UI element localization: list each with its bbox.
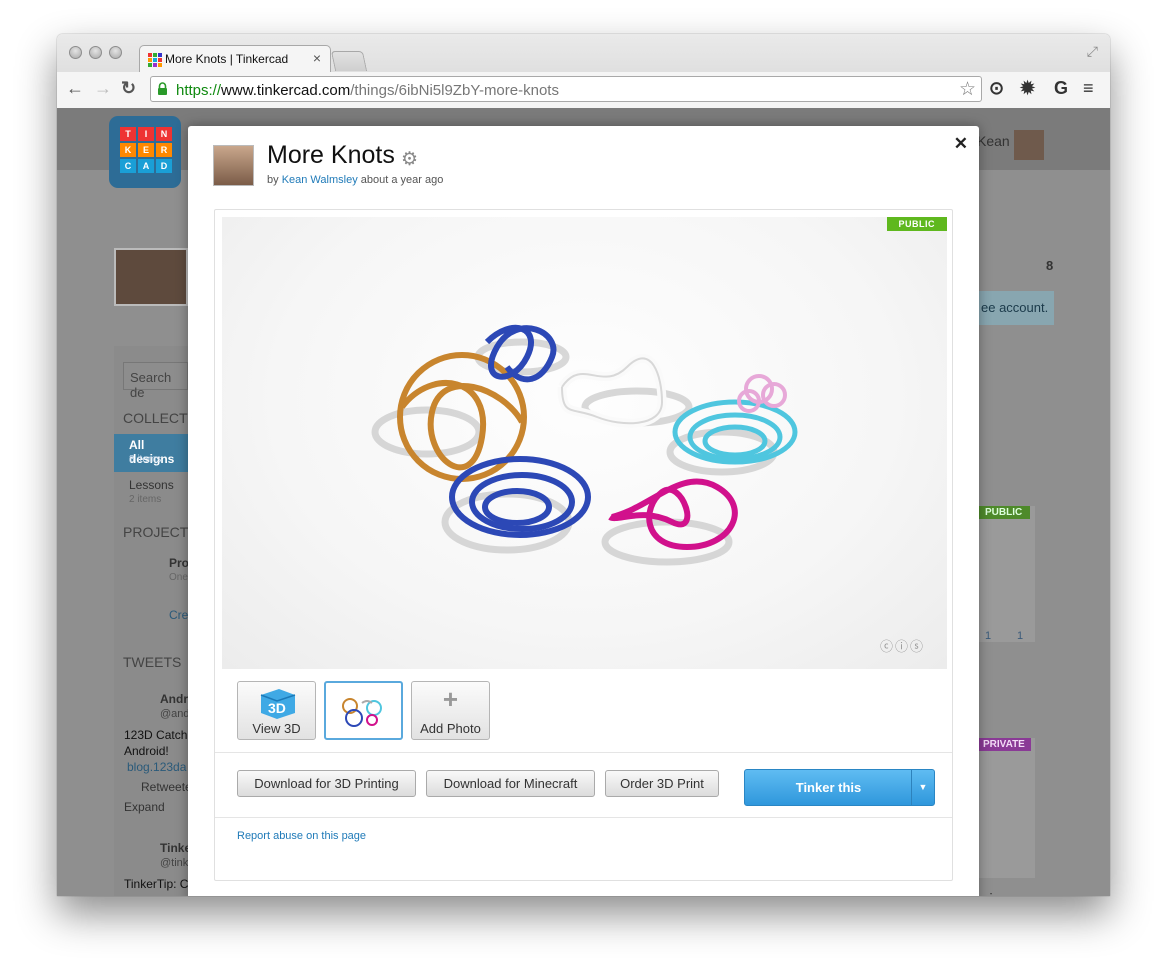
design-settings-gear-icon[interactable]: ⚙: [401, 148, 418, 171]
back-arrow-icon[interactable]: ←: [66, 78, 84, 99]
bg-project-sub: One: [169, 572, 188, 583]
bg-tweet1-handle: @and: [160, 708, 190, 720]
page-content: TIN KER CAD Kean 8 ee account. Search de…: [57, 108, 1110, 896]
bg-profile-photo: [114, 248, 188, 306]
bg-tweet1-name: Andr: [160, 692, 188, 706]
bg-search-input[interactable]: Search de: [123, 362, 188, 400]
plus-icon: +: [442, 684, 459, 714]
byline-time: about a year ago: [360, 174, 444, 186]
design-title: More Knots: [267, 141, 395, 169]
view-3d-thumbnail[interactable]: 3D View 3D: [237, 681, 316, 740]
download-3d-printing-button[interactable]: Download for 3D Printing: [237, 770, 416, 797]
bg-free-account-banner[interactable]: ee account.: [977, 291, 1054, 325]
minimize-window-button[interactable]: [89, 46, 102, 59]
byline: by Kean Walmsley about a year ago: [267, 174, 443, 186]
close-tab-icon[interactable]: ×: [313, 50, 321, 66]
knots-photo-thumbnail[interactable]: [324, 681, 403, 740]
bg-tweet1-text2: Android!: [124, 744, 169, 758]
svg-text:3D: 3D: [268, 700, 286, 716]
knots-thumbnail-image: [342, 698, 382, 727]
reload-icon[interactable]: ↻: [121, 78, 136, 99]
report-abuse-link[interactable]: Report abuse on this page: [237, 830, 366, 842]
creative-commons-icon: ⓒⓘⓢ: [879, 639, 925, 654]
bg-tweets-heading: TWEETS: [123, 654, 182, 670]
url-domain: www.tinkercad.com: [221, 82, 351, 99]
forward-arrow-icon[interactable]: →: [94, 78, 112, 99]
bg-user-avatar[interactable]: [1014, 130, 1044, 160]
bg-lessons-item[interactable]: Lessons: [129, 478, 174, 492]
design-modal: ✕ More Knots ⚙ by Kean Walmsley about a …: [188, 126, 979, 896]
bg-projects-heading: PROJECTS: [123, 524, 198, 540]
url-path: /things/6ibNi5l9ZbY-more-knots: [350, 82, 559, 99]
bg-design-card-1[interactable]: PUBLIC 1 1: [977, 506, 1035, 642]
divider: [215, 752, 952, 753]
add-photo-label: Add Photo: [420, 721, 481, 736]
tinkercad-logo[interactable]: TIN KER CAD: [109, 116, 181, 188]
lock-icon: [158, 82, 167, 95]
browser-window: More Knots | Tinkercad × ⤢ ← → ↻ https:/…: [57, 34, 1110, 896]
menu-icon[interactable]: ≡: [1083, 78, 1094, 99]
divider: [215, 817, 952, 818]
bg-user-name[interactable]: Kean: [977, 133, 1010, 149]
bg-retweeted: Retweete: [141, 780, 192, 794]
extension-icon[interactable]: ⊙: [989, 78, 1004, 99]
add-photo-button[interactable]: + Add Photo: [411, 681, 490, 740]
settings-gear-icon[interactable]: ✹: [1020, 78, 1035, 99]
author-link[interactable]: Kean Walmsley: [282, 174, 358, 186]
view-3d-label: View 3D: [252, 721, 301, 736]
bookmark-star-icon[interactable]: ☆: [959, 78, 976, 101]
bg-create-project[interactable]: Cre: [169, 608, 188, 622]
cube-3d-icon: 3D: [260, 689, 296, 719]
tinker-this-button[interactable]: Tinker this ▼: [744, 769, 935, 806]
byline-by: by: [267, 174, 279, 186]
author-avatar[interactable]: [213, 145, 254, 186]
fullscreen-icon[interactable]: ⤢: [1087, 43, 1098, 60]
tinker-this-label: Tinker this: [795, 780, 862, 795]
design-image-viewer[interactable]: PUBLIC ⓒⓘⓢ: [222, 217, 947, 669]
bg-project-name[interactable]: Pro: [169, 556, 189, 570]
bg-collections-heading: COLLECTI: [123, 410, 192, 426]
bg-count: 8: [1046, 258, 1054, 273]
bg-tweet2-text: TinkerTip: C: [124, 877, 189, 891]
bg-tweet1-text1: 123D Catch: [124, 728, 188, 742]
tab-title: More Knots | Tinkercad: [165, 52, 289, 66]
bg-design-card-2[interactable]: PRIVATE pi: [977, 738, 1035, 896]
close-icon[interactable]: ✕: [954, 134, 968, 154]
new-tab-button[interactable]: [330, 51, 368, 71]
bg-tweet2-handle: @tink: [160, 857, 189, 869]
close-window-button[interactable]: [69, 46, 82, 59]
browser-tab[interactable]: More Knots | Tinkercad ×: [139, 45, 331, 72]
address-bar[interactable]: https://www.tinkercad.com/things/6ibNi5l…: [150, 76, 982, 102]
bg-all-designs-item[interactable]: All designs 8 items: [114, 434, 188, 472]
knots-render-image: [371, 324, 798, 566]
tinkercad-favicon-icon: [148, 53, 162, 67]
browser-chrome: More Knots | Tinkercad × ⤢ ← → ↻ https:/…: [57, 34, 1110, 108]
zoom-window-button[interactable]: [109, 46, 122, 59]
bg-tweet1-link[interactable]: blog.123da: [127, 760, 186, 774]
design-card: PUBLIC ⓒⓘⓢ 3D View 3D + Add Photo Downlo…: [214, 209, 953, 881]
order-3d-print-button[interactable]: Order 3D Print: [605, 770, 719, 797]
navigation-bar: ← → ↻ https://www.tinkercad.com/things/6…: [57, 72, 1110, 108]
chevron-down-icon[interactable]: ▼: [911, 770, 934, 805]
url-scheme: https://: [176, 82, 222, 99]
download-minecraft-button[interactable]: Download for Minecraft: [426, 770, 595, 797]
google-extension-icon[interactable]: G: [1054, 78, 1068, 99]
bg-tweet2-name: Tinke: [160, 841, 192, 855]
url-text: https://www.tinkercad.com/things/6ibNi5l…: [176, 82, 559, 99]
bg-lessons-count: 2 items: [129, 494, 162, 505]
bg-expand-link[interactable]: Expand: [124, 800, 165, 814]
